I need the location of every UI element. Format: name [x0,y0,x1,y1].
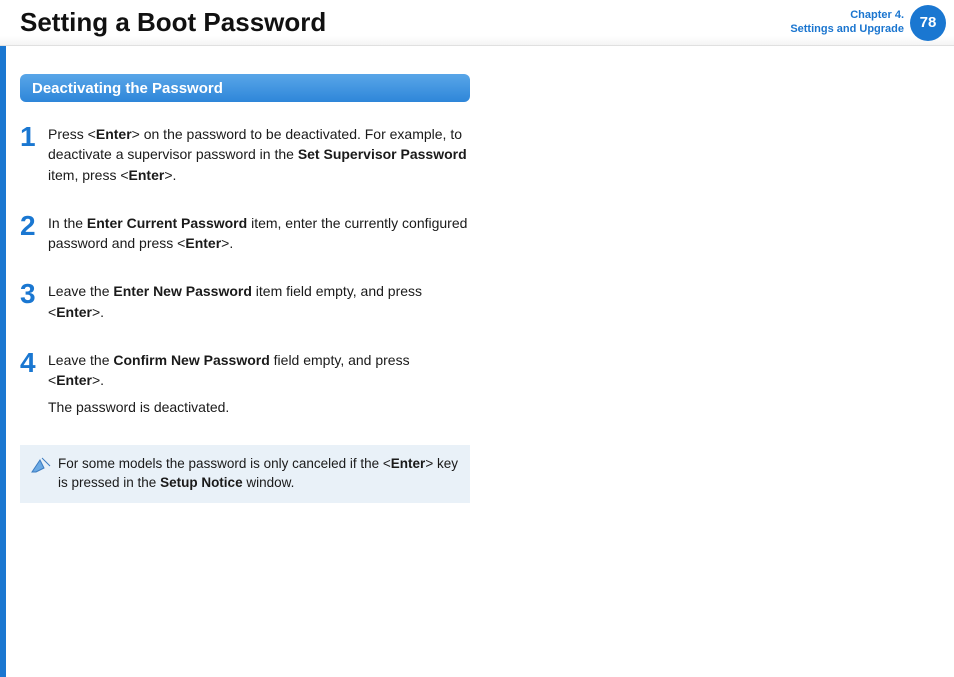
text: In the [48,215,87,231]
note-icon [28,455,54,475]
note-text: For some models the password is only can… [58,455,458,493]
step-number: 1 [20,124,48,149]
bold-enter: Enter [129,167,165,183]
text: >. [92,304,104,320]
left-column: Deactivating the Password 1 Press <Enter… [20,74,470,503]
step-1: 1 Press <Enter> on the password to be de… [20,124,468,191]
text: Press < [48,126,96,142]
text: For some models the password is only can… [58,456,391,471]
step-2: 2 In the Enter Current Password item, en… [20,213,468,260]
content-area: Deactivating the Password 1 Press <Enter… [6,46,954,677]
step-text: Leave the Confirm New Password field emp… [48,350,468,423]
text: Leave the [48,283,113,299]
chapter-line-1: Chapter 4. [790,9,904,22]
bold-enter: Enter [185,235,221,251]
bold-enter-new-password: Enter New Password [113,283,252,299]
page-header: Setting a Boot Password Chapter 4. Setti… [0,0,954,46]
text: window. [243,475,295,490]
page-number-badge: 78 [910,5,946,41]
text: Leave the [48,352,113,368]
step-final-text: The password is deactivated. [48,397,468,417]
step-number: 2 [20,213,48,238]
bold-set-supervisor-password: Set Supervisor Password [298,146,467,162]
bold-enter: Enter [96,126,132,142]
text: >. [221,235,233,251]
note-box: For some models the password is only can… [20,445,470,503]
bold-enter: Enter [391,456,426,471]
page-title: Setting a Boot Password [20,7,326,38]
chapter-text: Chapter 4. Settings and Upgrade [790,9,904,35]
chapter-line-2: Settings and Upgrade [790,23,904,36]
page-body: Deactivating the Password 1 Press <Enter… [0,46,954,677]
step-4: 4 Leave the Confirm New Password field e… [20,350,468,423]
chapter-block: Chapter 4. Settings and Upgrade 78 [790,0,954,46]
text: item, press < [48,167,129,183]
step-text: In the Enter Current Password item, ente… [48,213,468,260]
bold-enter-current-password: Enter Current Password [87,215,247,231]
text: >. [92,372,104,388]
step-number: 3 [20,281,48,306]
section-heading: Deactivating the Password [20,74,470,102]
step-text: Press <Enter> on the password to be deac… [48,124,468,191]
bold-setup-notice: Setup Notice [160,475,243,490]
step-number: 4 [20,350,48,375]
bold-enter: Enter [56,372,92,388]
text: >. [164,167,176,183]
step-3: 3 Leave the Enter New Password item fiel… [20,281,468,328]
bold-enter: Enter [56,304,92,320]
bold-confirm-new-password: Confirm New Password [113,352,269,368]
step-text: Leave the Enter New Password item field … [48,281,468,328]
